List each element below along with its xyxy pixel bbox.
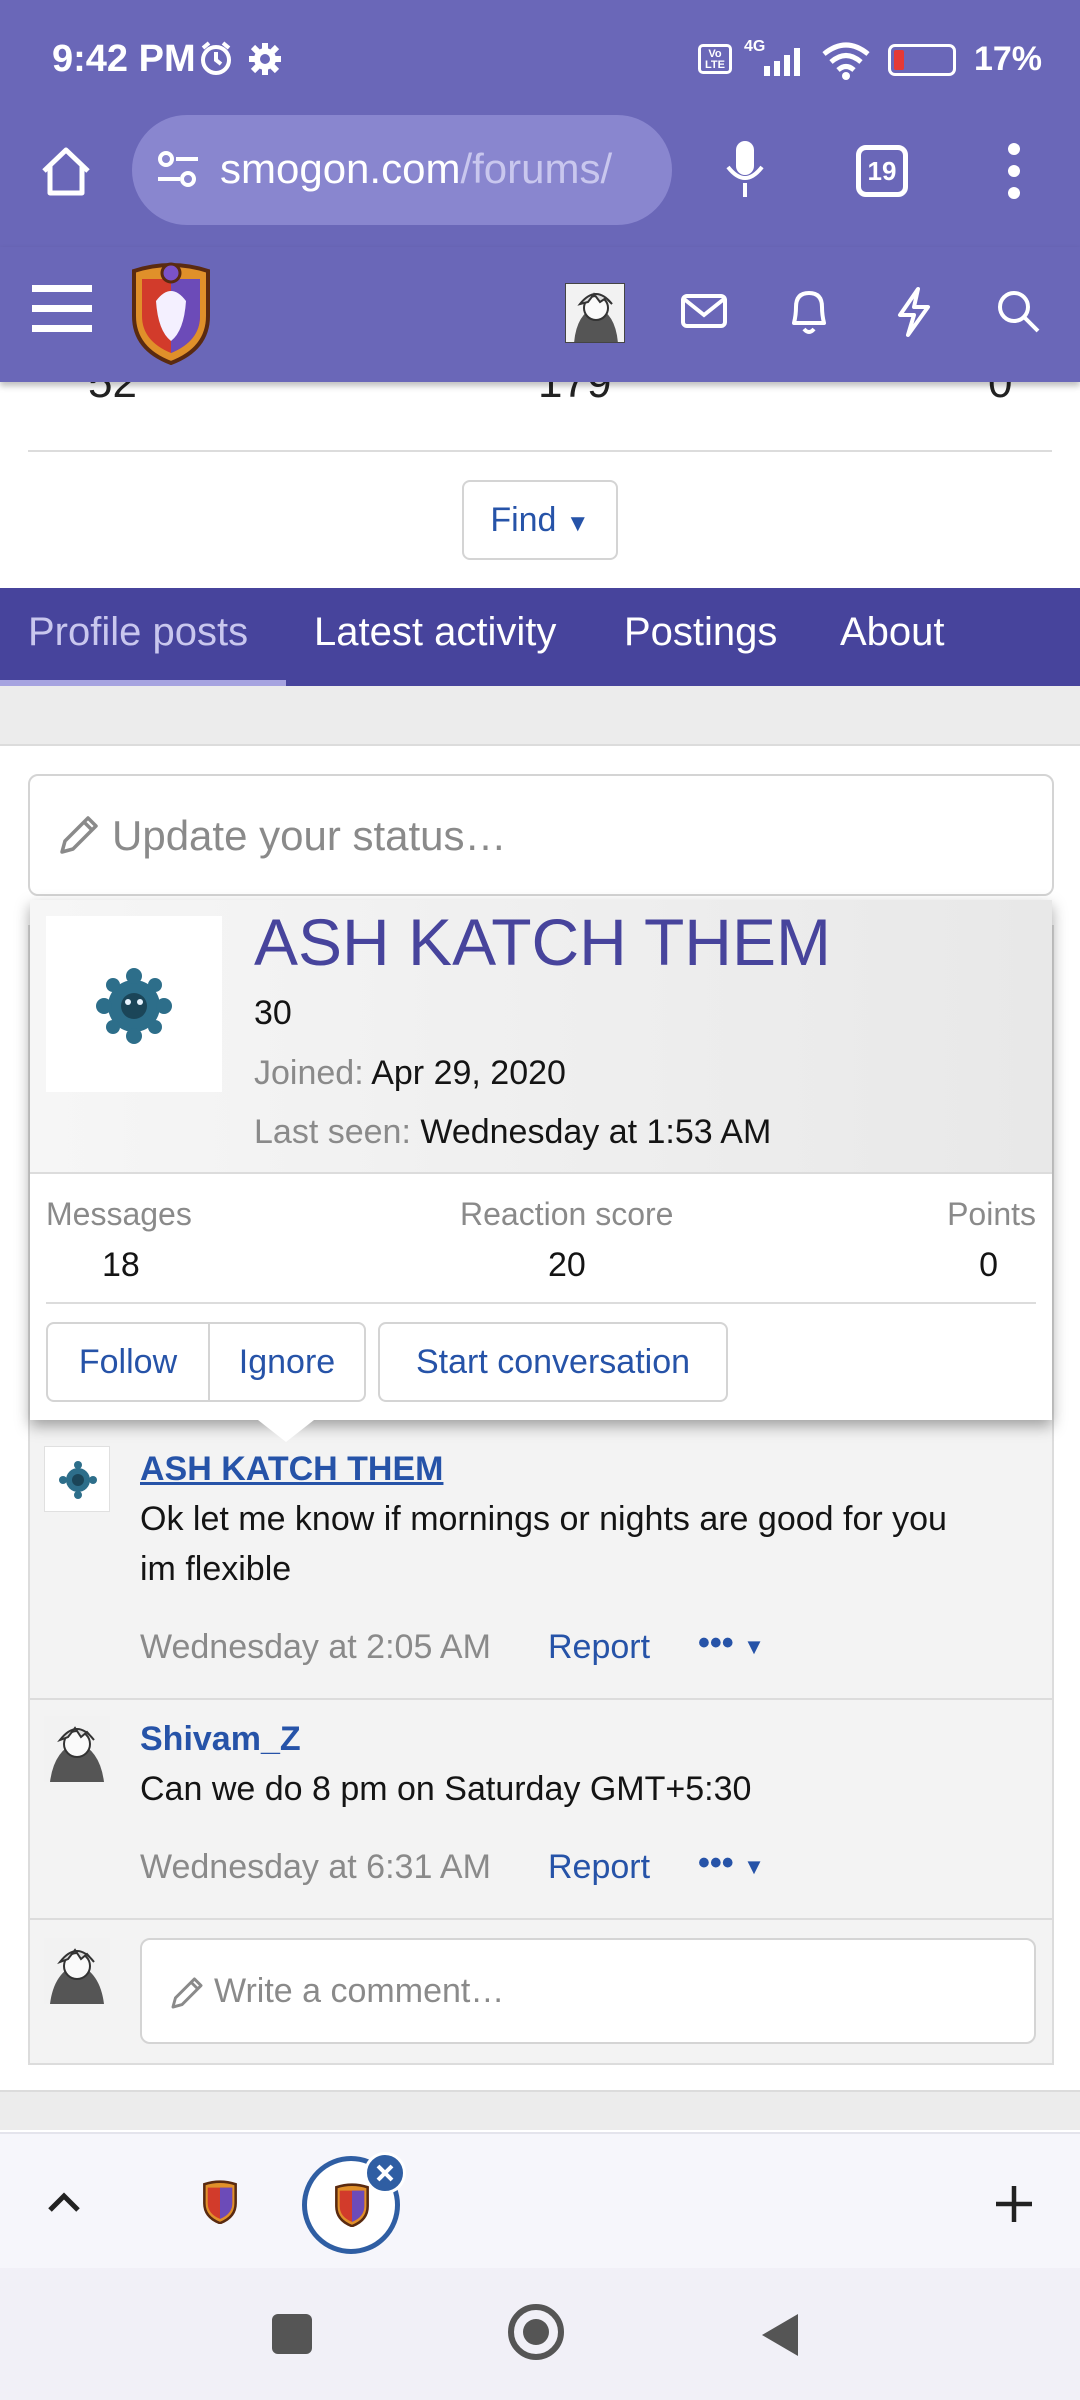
post-timestamp[interactable]: Wednesday at 6:31 AM	[140, 1848, 491, 1887]
smogon-logo[interactable]	[126, 261, 216, 365]
find-button[interactable]: Find ▼	[462, 480, 618, 560]
find-button-label: Find	[490, 501, 557, 539]
tab-switcher-button[interactable]: 19	[856, 145, 908, 197]
member-stat-value: 0	[979, 1246, 998, 1284]
comment-input[interactable]: Write a comment…	[140, 1938, 1036, 2044]
post-author-link[interactable]: ASH KATCH THEM	[140, 1450, 443, 1489]
settings-gear-icon	[249, 43, 281, 75]
comment-placeholder: Write a comment…	[214, 1972, 505, 2010]
post-avatar[interactable]	[44, 1446, 110, 1512]
status-update-input[interactable]: Update your status…	[28, 774, 1054, 896]
tab-about[interactable]: About	[840, 588, 945, 686]
tab-profile-posts[interactable]: Profile posts	[0, 588, 286, 686]
post-message: Ok let me know if mornings or nights are…	[140, 1500, 947, 1588]
bell-alerts-icon[interactable]	[786, 285, 832, 337]
divider	[30, 1918, 1052, 1920]
member-last-seen: Last seen: Wednesday at 1:53 AM	[254, 1113, 772, 1151]
member-joined: Joined: Apr 29, 2020	[254, 1054, 566, 1092]
status-time: 9:42 PM	[52, 38, 196, 80]
member-title: 30	[254, 994, 292, 1032]
pencil-icon	[171, 1977, 203, 2009]
member-stat-value[interactable]: 18	[102, 1246, 140, 1285]
post-message: Can we do 8 pm on Saturday GMT+5:30	[140, 1770, 752, 1808]
new-tab-plus-icon[interactable]	[992, 2182, 1036, 2226]
member-stat-label: Messages	[46, 1196, 192, 1232]
home-button[interactable]	[508, 2304, 564, 2360]
member-stat-label: Points	[947, 1196, 1036, 1232]
tooltip-arrow	[258, 1420, 314, 1442]
wifi-icon	[822, 42, 870, 80]
section-spacer	[0, 2090, 1080, 2130]
more-options-menu[interactable]: ••• ▼	[698, 1624, 765, 1663]
post-timestamp[interactable]: Wednesday at 2:05 AM	[140, 1628, 491, 1667]
divider	[28, 450, 1052, 452]
recents-button[interactable]	[272, 2314, 312, 2354]
follow-button[interactable]: Follow	[46, 1322, 210, 1402]
status-bar: 9:42 PM Vo LTE 4G 17%	[0, 0, 1080, 115]
divider	[30, 1698, 1052, 1700]
user-avatar[interactable]	[565, 283, 625, 343]
more-options-menu[interactable]: ••• ▼	[698, 1844, 765, 1883]
alarm-icon	[201, 41, 231, 75]
home-icon[interactable]	[38, 143, 94, 199]
inbox-mail-icon[interactable]	[680, 291, 728, 331]
member-tooltip-card: ASH KATCH THEM 30 Joined: Apr 29, 2020 L…	[30, 900, 1052, 1420]
member-username[interactable]: ASH KATCH THEM	[254, 904, 831, 980]
smogon-tab-favicon[interactable]	[198, 2180, 242, 2224]
system-navigation-bar	[0, 2268, 1080, 2400]
status-placeholder: Update your status…	[112, 812, 507, 859]
close-tab-icon[interactable]	[364, 2152, 406, 2194]
divider	[46, 1302, 1036, 1304]
browser-tab-strip	[0, 2132, 1080, 2268]
member-avatar[interactable]	[46, 916, 222, 1092]
caret-down-icon: ▼	[565, 510, 590, 537]
url-bar[interactable]: smogon.com/forums/	[132, 115, 672, 225]
ignore-button[interactable]: Ignore	[208, 1322, 366, 1402]
member-card-header: ASH KATCH THEM 30 Joined: Apr 29, 2020 L…	[30, 900, 1052, 1174]
report-link[interactable]: Report	[548, 1628, 650, 1667]
signal-icon	[764, 48, 800, 76]
chevron-up-icon[interactable]	[44, 2182, 84, 2222]
site-header	[0, 247, 1080, 382]
report-link[interactable]: Report	[548, 1848, 650, 1887]
hamburger-menu-icon[interactable]	[30, 283, 94, 335]
overflow-menu-icon[interactable]	[1000, 139, 1028, 203]
start-conversation-button[interactable]: Start conversation	[378, 1322, 728, 1402]
post-author-link[interactable]: Shivam_Z	[140, 1720, 301, 1759]
pencil-icon	[60, 816, 98, 854]
tab-postings[interactable]: Postings	[624, 588, 777, 686]
volte-icon: Vo LTE	[698, 44, 732, 74]
member-stat-label: Reaction score	[460, 1196, 674, 1232]
battery-percent: 17%	[973, 40, 1042, 78]
tab-latest-activity[interactable]: Latest activity	[314, 588, 556, 686]
post-avatar[interactable]	[44, 1716, 110, 1782]
lightning-bolt-icon[interactable]	[892, 285, 934, 339]
site-settings-icon[interactable]	[154, 147, 204, 193]
commenter-avatar	[44, 1938, 110, 2004]
microphone-icon[interactable]	[720, 137, 770, 203]
battery-icon	[888, 44, 956, 76]
section-spacer	[0, 686, 1080, 746]
member-stat-value[interactable]: 20	[548, 1246, 586, 1285]
url-text[interactable]: smogon.com/forums/	[220, 145, 660, 193]
search-icon[interactable]	[994, 287, 1042, 335]
profile-tab-bar: Profile posts Latest activity Postings A…	[0, 588, 1080, 686]
browser-toolbar: smogon.com/forums/ 19	[0, 115, 1080, 247]
back-button[interactable]	[758, 2310, 802, 2360]
